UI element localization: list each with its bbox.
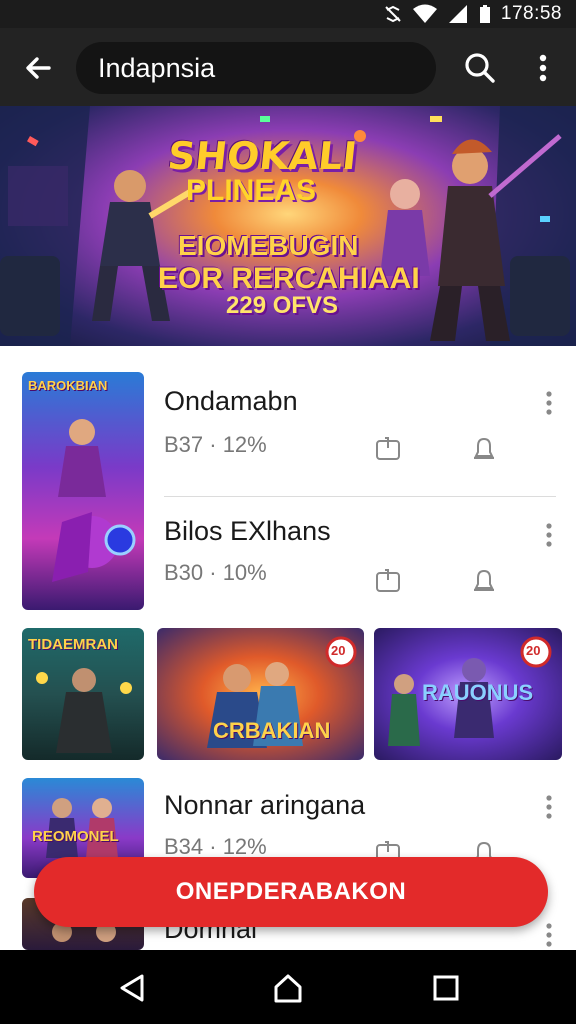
nav-recents-button[interactable] <box>426 968 466 1008</box>
status-icons: 178:58 <box>383 3 562 25</box>
banner-line-2: EOR RERCAHIAAI <box>158 262 420 295</box>
card-title: CRBAKIAN <box>213 718 331 743</box>
battery-icon <box>479 5 490 23</box>
game-title: Bilos EXlhans <box>164 516 331 546</box>
item-more-button[interactable] <box>539 792 559 822</box>
carousel-card[interactable]: 20 CRBAKIAN <box>157 628 364 760</box>
more-vert-icon <box>546 391 552 415</box>
game-meta: B30 · 10% <box>164 560 267 585</box>
search-icon <box>465 53 495 83</box>
bell-icon[interactable] <box>470 566 498 594</box>
item-more-button[interactable] <box>539 520 559 550</box>
download-icon[interactable] <box>374 434 402 462</box>
featured-carousel[interactable]: TIDAEMRAN 20 CRBAKIAN 20 RAUONUS <box>0 628 576 760</box>
more-vert-icon <box>539 54 547 82</box>
status-bar: 178:58 <box>0 0 576 28</box>
card-title: TIDAEMRAN <box>28 636 118 653</box>
back-button[interactable] <box>18 48 58 88</box>
search-field[interactable]: Indapnsia <box>76 42 436 94</box>
card-title: RAUONUS <box>422 680 534 705</box>
nav-home-button[interactable] <box>268 968 308 1008</box>
item-more-button[interactable] <box>539 388 559 418</box>
carousel-card[interactable]: 20 RAUONUS <box>374 628 562 760</box>
wifi-icon <box>412 4 437 23</box>
more-vert-icon <box>546 795 552 819</box>
app-bar: Indapnsia <box>0 28 576 106</box>
game-title: Nonnar aringana <box>164 790 366 820</box>
bell-icon[interactable] <box>470 434 498 462</box>
system-nav-bar <box>0 950 576 1024</box>
nav-back-button[interactable] <box>112 968 152 1008</box>
more-vert-icon <box>546 523 552 547</box>
divider <box>164 496 556 497</box>
signal-icon <box>448 5 467 23</box>
card-badge: 20 <box>526 643 541 658</box>
promo-banner[interactable]: SHOKALI PLINEAS EIOMEBUGIN EOR RERCAHIAA… <box>0 106 576 346</box>
more-vert-icon <box>546 923 552 947</box>
home-icon <box>274 974 302 1003</box>
overflow-menu-button[interactable] <box>526 48 560 88</box>
banner-subtitle: PLINEAS <box>186 174 317 207</box>
triangle-back-icon <box>120 974 144 1002</box>
square-recents-icon <box>433 975 459 1001</box>
search-button[interactable] <box>460 48 500 88</box>
game-meta: B37 · 12% <box>164 432 267 457</box>
download-icon[interactable] <box>374 566 402 594</box>
game-title: Ondamabn <box>164 386 298 416</box>
banner-line-1: EIOMEBUGIN <box>178 230 359 261</box>
carousel-card[interactable]: TIDAEMRAN <box>22 628 144 760</box>
vibrate-off-icon <box>385 5 401 23</box>
item-more-button[interactable] <box>539 920 559 950</box>
arrow-back-icon <box>26 57 51 79</box>
status-time: 178:58 <box>500 3 562 24</box>
banner-line-3: 229 OFVS <box>226 292 339 319</box>
list-item[interactable]: Ondamabn B37 · 12% <box>0 372 576 492</box>
banner-title: SHOKALI <box>165 134 359 178</box>
list-item[interactable]: Bilos EXlhans B30 · 10% <box>0 508 576 618</box>
cta-button[interactable]: ONEPDERABAKON <box>34 857 548 927</box>
card-badge: 20 <box>331 643 346 658</box>
